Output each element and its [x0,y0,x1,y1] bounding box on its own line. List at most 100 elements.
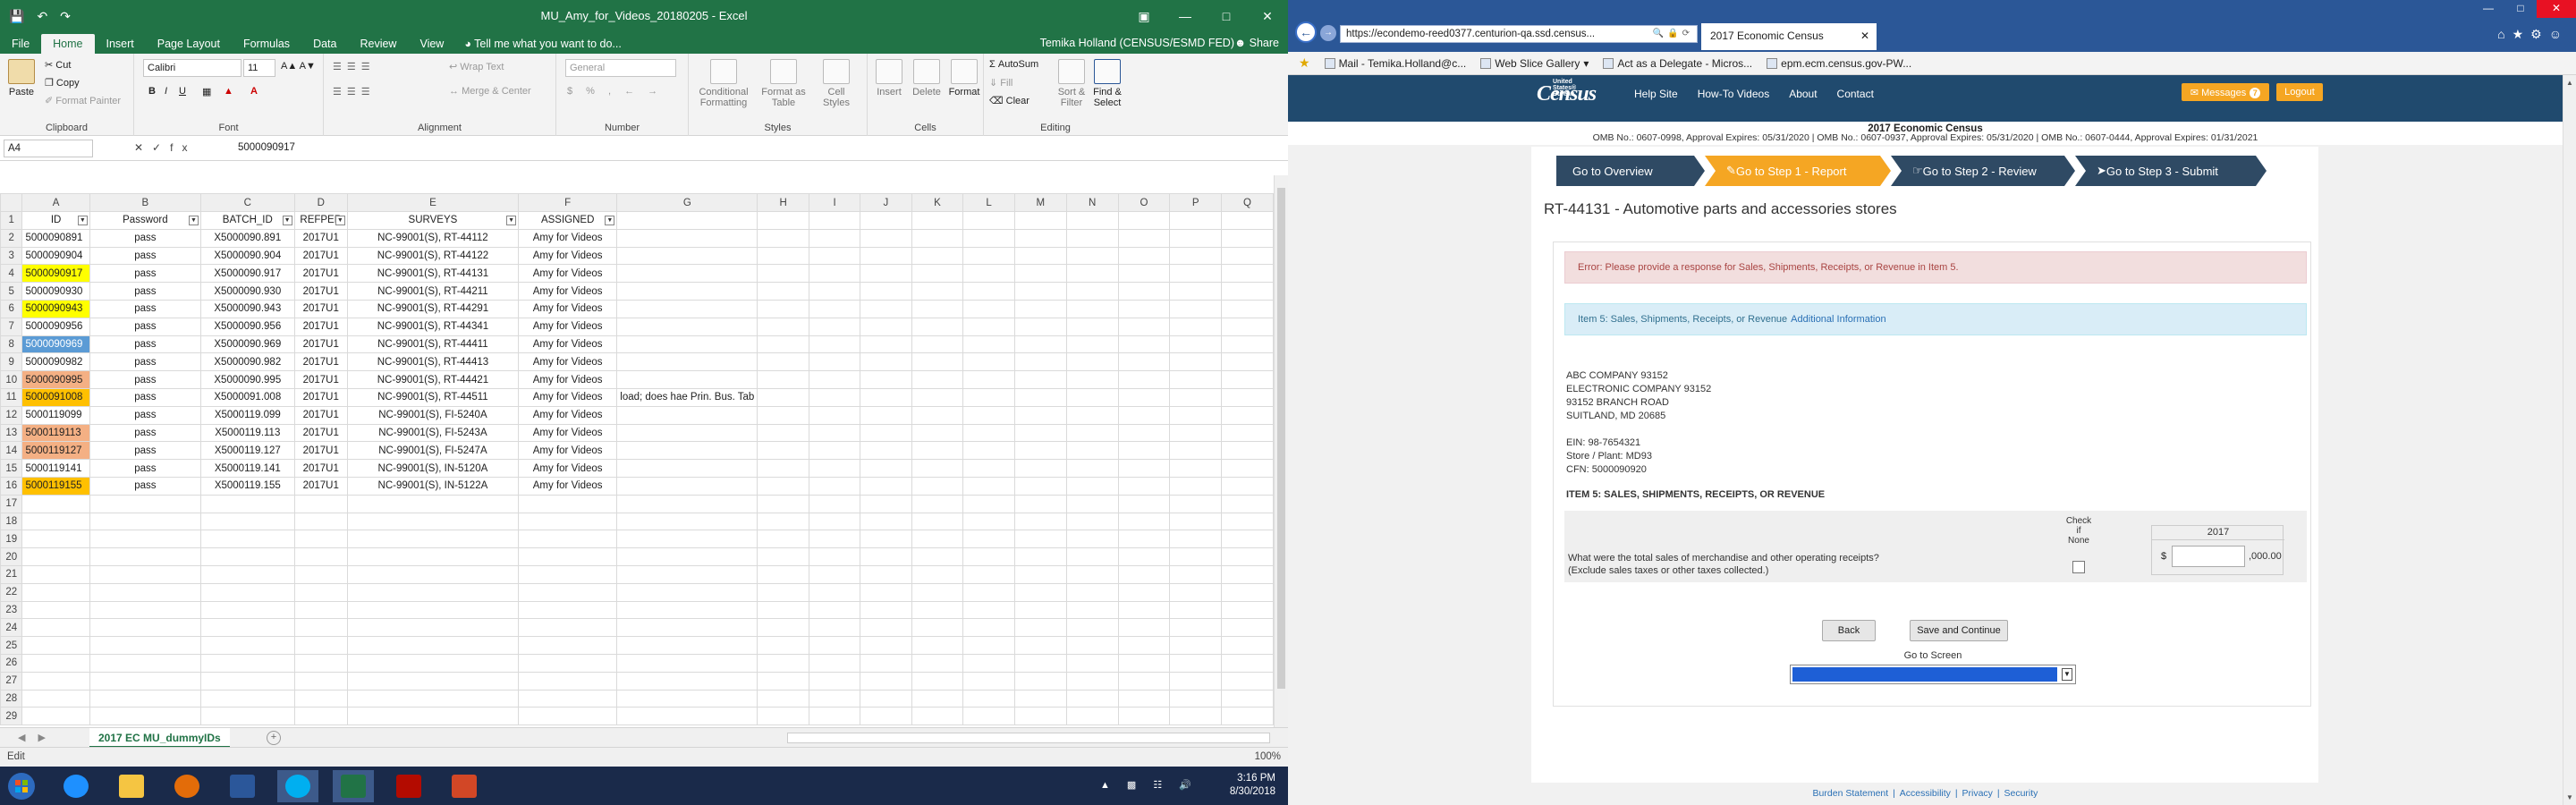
cell[interactable] [1221,476,1274,496]
cell[interactable] [1117,459,1171,478]
cell-refper[interactable]: 2017U1 [293,441,348,461]
cell[interactable] [911,547,964,566]
tab-view[interactable]: View [408,34,455,54]
cell[interactable] [1013,335,1067,354]
row-number[interactable]: 25 [0,636,23,655]
cell[interactable] [860,689,912,708]
filter-dropdown-icon[interactable]: ▼ [335,216,345,225]
cell[interactable] [616,211,758,230]
cell[interactable] [911,582,964,602]
cell-batch-id[interactable]: X5000119.127 [199,441,295,461]
cell-id[interactable]: 5000090917 [21,264,90,284]
cell[interactable] [518,530,618,549]
browser-forward-button[interactable]: → [1320,25,1336,41]
cell[interactable] [962,618,1015,638]
cell[interactable] [293,600,348,620]
step-overview[interactable]: Go to Overview [1556,156,1705,186]
cell-header-surveys[interactable]: SURVEYS ▼ [346,211,520,230]
row-number[interactable]: 13 [0,423,23,443]
cell-note[interactable] [616,246,758,266]
number-format-select[interactable]: General [565,59,676,77]
cell[interactable] [757,264,810,284]
cell[interactable] [1169,370,1223,389]
cell[interactable] [89,600,201,620]
cell[interactable] [911,246,964,266]
cell[interactable] [518,582,618,602]
row-number[interactable]: 15 [0,459,23,478]
cell[interactable] [809,335,861,354]
cell[interactable] [1117,530,1171,549]
cell[interactable] [860,547,912,566]
cell[interactable] [199,582,295,602]
cell-assigned[interactable]: Amy for Videos [518,476,618,496]
cell-id[interactable]: 5000119113 [21,423,90,443]
cell[interactable] [1013,530,1067,549]
cell[interactable] [962,387,1015,407]
cell-refper[interactable]: 2017U1 [293,317,348,336]
cell[interactable] [346,689,520,708]
back-button[interactable]: Back [1822,620,1876,641]
cell[interactable] [1013,282,1067,301]
cell[interactable] [1065,370,1119,389]
cell-assigned[interactable]: Amy for Videos [518,228,618,248]
cell[interactable] [1169,476,1223,496]
cell[interactable] [1221,653,1274,673]
cell[interactable] [1065,405,1119,425]
col-header[interactable]: H [757,193,810,212]
cell-surveys[interactable]: NC-99001(S), RT-44413 [346,352,520,372]
cell[interactable] [1013,459,1067,478]
cell-password[interactable]: pass [89,441,201,461]
cell[interactable] [962,653,1015,673]
tab-review[interactable]: Review [348,34,408,54]
borders-icon[interactable]: ▦ [202,86,211,97]
cell-note[interactable] [616,370,758,389]
filter-dropdown-icon[interactable]: ▼ [605,216,615,225]
cell[interactable] [293,671,348,691]
cell[interactable] [809,246,861,266]
cell[interactable] [21,494,90,513]
cell[interactable] [809,564,861,584]
cell[interactable] [199,530,295,549]
cell-refper[interactable]: 2017U1 [293,405,348,425]
cell[interactable] [346,671,520,691]
cell[interactable] [809,707,861,726]
cell[interactable] [1065,387,1119,407]
cell[interactable] [1169,459,1223,478]
zoom-level[interactable]: 100% [1255,751,1281,762]
cell-password[interactable]: pass [89,317,201,336]
cell[interactable] [1169,211,1223,230]
cell[interactable] [809,405,861,425]
cut-button[interactable]: ✂ Cut [45,59,71,71]
user-name[interactable]: Temika Holland (CENSUS/ESMD FED) [1040,37,1234,49]
cell[interactable] [1117,370,1171,389]
cell[interactable] [757,600,810,620]
cell[interactable] [1169,653,1223,673]
cell[interactable] [1169,600,1223,620]
cell[interactable] [1065,530,1119,549]
cell[interactable] [616,582,758,602]
row-number[interactable]: 5 [0,282,23,301]
cell[interactable] [1117,317,1171,336]
cell-assigned[interactable]: Amy for Videos [518,317,618,336]
cell-batch-id[interactable]: X5000119.141 [199,459,295,478]
cell-refper[interactable]: 2017U1 [293,335,348,354]
cell[interactable] [911,228,964,248]
cell-header-refper[interactable]: REFPER ▼ [293,211,348,230]
cell[interactable] [1117,547,1171,566]
cell[interactable] [293,494,348,513]
grow-font-icon[interactable]: A▲ A▼ [281,61,316,72]
cell[interactable] [1221,689,1274,708]
cell-surveys[interactable]: NC-99001(S), RT-44411 [346,335,520,354]
nav-how-to-videos[interactable]: How-To Videos [1688,88,1779,100]
cell[interactable] [962,211,1015,230]
col-header[interactable]: M [1013,193,1067,212]
cell[interactable] [1169,707,1223,726]
cell-id[interactable]: 5000090982 [21,352,90,372]
cell-header-batch[interactable]: BATCH_ID ▼ [199,211,295,230]
scroll-down-icon[interactable]: ▼ [2566,793,2573,801]
cell-batch-id[interactable]: X5000119.099 [199,405,295,425]
cell[interactable] [860,512,912,531]
cell[interactable] [962,423,1015,443]
cell[interactable] [21,600,90,620]
cell[interactable] [962,299,1015,318]
